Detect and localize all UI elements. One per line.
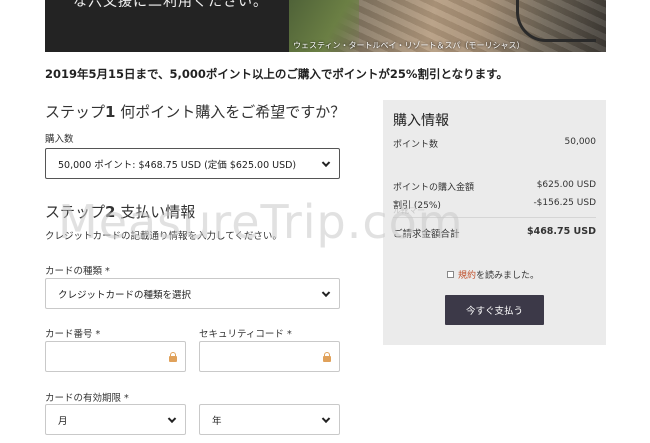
discount-value: -$156.25 USD [533,198,596,208]
step1-title-text: 何ポイント購入をご希望ですか？ [115,103,346,121]
expiry-month-value: 月 [58,415,68,427]
price-label: ポイントの購入金額 [393,183,475,193]
summary-price-row: ポイントの購入金額 $625.00 USD [393,180,596,193]
step1-title-prefix: ステップ [45,103,106,121]
terms-text: を読みました。 [476,271,540,281]
chevron-down-icon [321,414,331,423]
card-type-select-value: クレジットカードの種類を選択 [58,289,192,301]
chevron-down-icon [321,288,331,297]
hero-banner: な六又援に二利用くたさい。 ウェスティン・タートルベイ・リゾート＆スパ（モーリシ… [45,0,606,52]
payment-instruction: クレジットカードの記載通り情報を入力してください。 [45,231,282,242]
card-type-label: カードの種類 * [45,266,110,277]
security-code-label: セキュリティコード * [199,329,292,340]
quantity-label: 購入数 [45,134,74,145]
chevron-down-icon [321,158,331,167]
step1-title: ステップ1 何ポイント購入をご希望ですか？ [45,101,345,122]
summary-divider [393,217,596,218]
promo-text: 2019年5月15日まで、5,000ポイント以上のご購入でポイントが25%割引と… [45,67,508,81]
card-number-input[interactable] [45,341,186,372]
quantity-select-value: 50,000 ポイント: $468.75 USD (定価 $625.00 USD… [58,159,297,171]
summary-points-row: ポイント数 50,000 [393,137,596,150]
terms-agreement: 規約 を読みました。 [447,268,539,281]
step2-title-prefix: ステップ [45,203,106,221]
lock-icon [169,352,177,362]
expiry-year-value: 年 [212,415,222,427]
step1-title-number: 1 [105,103,116,121]
summary-title: 購入情報 [393,113,449,129]
expiry-month-select[interactable]: 月 [45,404,186,435]
card-number-label: カード番号 * [45,329,101,340]
summary-total-row: ご請求金額合計 $468.75 USD [393,226,596,240]
watermark-subtext: ル靴マー [393,206,425,215]
points-value: 50,000 [564,137,597,147]
quantity-select[interactable]: 50,000 ポイント: $468.75 USD (定価 $625.00 USD… [45,148,340,179]
card-type-select[interactable]: クレジットカードの種類を選択 [45,278,340,309]
pay-now-button[interactable]: 今すぐ支払う [445,295,544,325]
step2-title: ステップ2 支払い情報 [45,201,195,222]
price-value: $625.00 USD [536,180,596,190]
step2-title-number: 2 [105,203,116,221]
hero-headline: な六又援に二利用くたさい。 [73,0,268,10]
hero-caption: ウェスティン・タートルベイ・リゾート＆スパ（モーリシャス） [293,41,525,50]
expiry-label: カードの有効期限 * [45,393,129,404]
lounge-chair-image [516,0,596,42]
expiry-year-select[interactable]: 年 [199,404,340,435]
lock-icon [323,352,331,362]
step2-title-text: 支払い情報 [115,203,196,221]
chevron-down-icon [167,414,177,423]
total-label: ご請求金額合計 [393,229,460,240]
points-label: ポイント数 [393,140,439,150]
total-value: $468.75 USD [526,226,596,237]
terms-checkbox[interactable] [447,271,454,278]
security-code-input[interactable] [199,341,340,372]
terms-link[interactable]: 規約 [458,268,476,281]
